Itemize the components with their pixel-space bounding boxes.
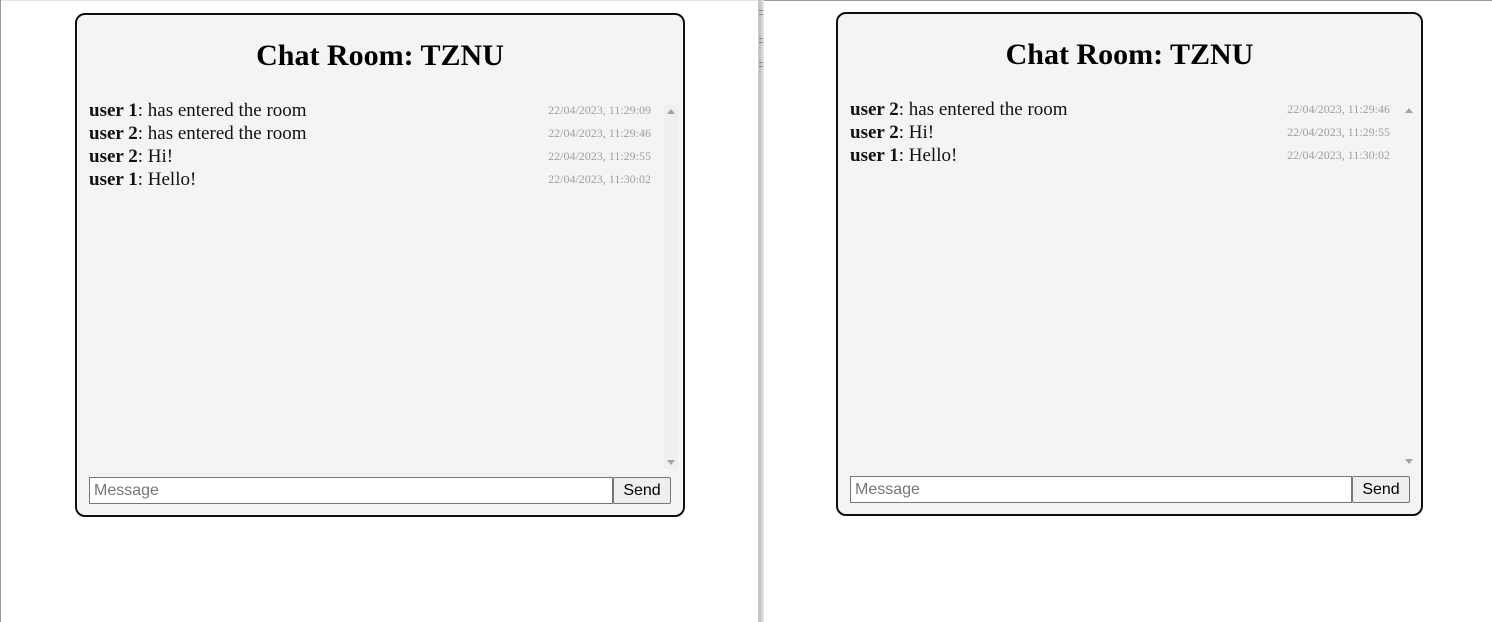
message-username: user 1 [89, 169, 138, 190]
message-timestamp: 22/04/2023, 11:30:02 [548, 172, 651, 186]
browser-window-right: Chat Room: TZNU user 2: has entered the … [764, 0, 1492, 622]
message-text: : Hello! [898, 145, 958, 166]
desktop-screen: Chat Room: TZNU user 1: has entered the … [0, 0, 1492, 622]
message-username: user 1 [89, 101, 138, 121]
message-item: user 2: has entered the room 22/04/2023,… [89, 124, 651, 147]
message-list-scrollbar[interactable] [1402, 104, 1416, 468]
message-input[interactable] [89, 477, 613, 504]
send-button[interactable]: Send [613, 477, 671, 504]
chat-room-panel: Chat Room: TZNU user 2: has entered the … [836, 12, 1423, 516]
message-timestamp: 22/04/2023, 11:29:46 [548, 126, 651, 140]
message-list-scrollbar[interactable] [664, 105, 678, 469]
send-button[interactable]: Send [1352, 476, 1410, 503]
message-text: : Hi! [137, 146, 174, 167]
message-timestamp: 22/04/2023, 11:29:46 [1287, 102, 1390, 116]
message-timestamp: 22/04/2023, 11:29:55 [548, 149, 651, 163]
message-timestamp: 22/04/2023, 11:30:02 [1287, 148, 1390, 162]
message-item: user 1: Hello! 22/04/2023, 11:30:02 [850, 146, 1390, 169]
message-list[interactable]: user 1: has entered the room 22/04/2023,… [89, 101, 651, 461]
message-text: : has entered the room [898, 100, 1068, 120]
message-composer: Send [850, 476, 1410, 503]
chat-room-panel: Chat Room: TZNU user 1: has entered the … [75, 13, 685, 517]
scroll-up-arrow-icon[interactable] [667, 109, 675, 114]
scroll-down-arrow-icon[interactable] [1405, 459, 1413, 464]
scroll-up-arrow-icon[interactable] [1405, 108, 1413, 113]
browser-window-left: Chat Room: TZNU user 1: has entered the … [1, 0, 758, 622]
message-username: user 2 [89, 146, 138, 167]
message-text: : Hello! [137, 169, 197, 190]
message-item: user 2: Hi! 22/04/2023, 11:29:55 [89, 147, 651, 170]
message-composer: Send [89, 477, 671, 504]
message-item: user 1: has entered the room 22/04/2023,… [89, 101, 651, 124]
message-list[interactable]: user 2: has entered the room 22/04/2023,… [850, 100, 1390, 460]
chat-room-title: Chat Room: TZNU [1005, 38, 1254, 71]
message-item: user 2: has entered the room 22/04/2023,… [850, 100, 1390, 123]
message-text: : has entered the room [137, 101, 307, 121]
message-item: user 1: Hello! 22/04/2023, 11:30:02 [89, 170, 651, 193]
message-timestamp: 22/04/2023, 11:29:55 [1287, 125, 1390, 139]
message-text: : has entered the room [137, 123, 307, 144]
message-username: user 1 [850, 145, 899, 166]
message-username: user 2 [850, 122, 899, 143]
message-username: user 2 [89, 123, 138, 144]
message-timestamp: 22/04/2023, 11:29:09 [548, 103, 651, 117]
message-item: user 2: Hi! 22/04/2023, 11:29:55 [850, 123, 1390, 146]
chat-room-title: Chat Room: TZNU [256, 39, 504, 72]
message-input[interactable] [850, 476, 1352, 503]
message-username: user 2 [850, 100, 899, 120]
message-text: : Hi! [898, 122, 935, 143]
scroll-down-arrow-icon[interactable] [667, 460, 675, 465]
